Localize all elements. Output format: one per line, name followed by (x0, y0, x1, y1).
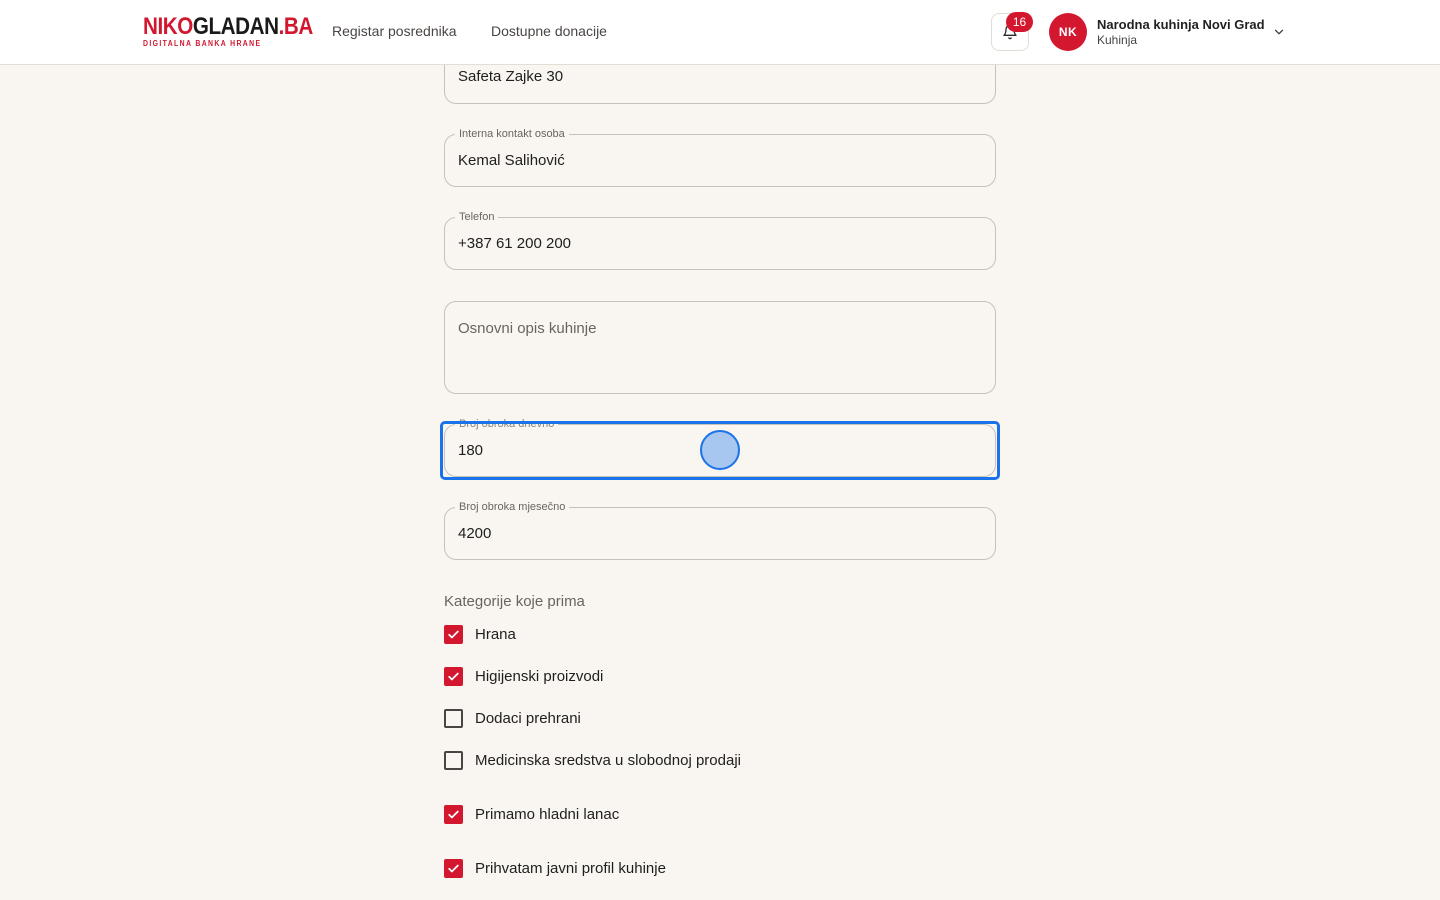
meals-monthly-value: 4200 (458, 525, 492, 542)
checkbox-checked[interactable] (444, 666, 463, 686)
meals-daily-value: 180 (458, 442, 484, 459)
category-higijenski-proizvodi[interactable]: Higijenski proizvodi (444, 666, 603, 686)
kitchen-description-textarea[interactable]: Osnovni opis kuhinje (444, 301, 996, 394)
meals-monthly-field[interactable]: Broj obroka mjesečno 4200 (444, 500, 996, 560)
checkmark-icon (448, 864, 459, 872)
category-label: Hrana (475, 625, 516, 643)
user-name[interactable]: Narodna kuhinja Novi Grad (1097, 17, 1265, 32)
checkmark-icon (448, 630, 459, 638)
public-profile-option[interactable]: Prihvatam javni profil kuhinje (444, 858, 666, 878)
click-indicator (700, 430, 740, 470)
contact-person-value: Kemal Salihović (458, 152, 565, 169)
phone-value: +387 61 200 200 (458, 235, 572, 252)
cold-chain-label: Primamo hladni lanac (475, 805, 620, 823)
nav-link-registar-posrednika[interactable]: Registar posrednika (332, 23, 457, 39)
contact-person-field[interactable]: Interna kontakt osoba Kemal Salihović (444, 127, 996, 187)
checkbox-unchecked[interactable] (444, 708, 463, 728)
category-label: Dodaci prehrani (475, 709, 581, 727)
public-profile-label: Prihvatam javni profil kuhinje (475, 859, 666, 877)
cold-chain-option[interactable]: Primamo hladni lanac (444, 804, 619, 824)
category-label: Higijenski proizvodi (475, 667, 604, 685)
nav-link-dostupne-donacije[interactable]: Dostupne donacije (491, 23, 607, 39)
notification-count-badge: 16 (1006, 12, 1033, 32)
phone-field[interactable]: Telefon +387 61 200 200 (444, 210, 996, 270)
checkmark-icon (448, 672, 459, 680)
user-avatar[interactable]: NK (1049, 13, 1087, 51)
checkmark-icon (448, 810, 459, 818)
address-value: Safeta Zajke 30 (458, 68, 564, 85)
logo-tagline: DIGITALNA BANKA HRANE (143, 39, 262, 48)
category-label: Medicinska sredstva u slobodnoj prodaji (475, 751, 741, 769)
checkbox-unchecked[interactable] (444, 750, 463, 770)
meals-daily-label: Broj obroka dnevno (455, 417, 559, 431)
logo[interactable]: NIKOGLADAN.BA DIGITALNA BANKA HRANE (143, 13, 313, 49)
phone-label: Telefon (455, 210, 499, 224)
meals-monthly-label: Broj obroka mjesečno (455, 500, 570, 514)
logo-wordmark: NIKOGLADAN.BA (143, 13, 313, 40)
chevron-down-icon[interactable] (1272, 25, 1286, 39)
category-hrana[interactable]: Hrana (444, 624, 516, 644)
top-navbar: NIKOGLADAN.BA DIGITALNA BANKA HRANE Regi… (0, 0, 1440, 65)
category-dodaci-prehrani[interactable]: Dodaci prehrani (444, 708, 581, 728)
user-role: Kuhinja (1097, 33, 1138, 47)
category-medicinska-sredstva[interactable]: Medicinska sredstva u slobodnoj prodaji (444, 750, 741, 770)
contact-person-label: Interna kontakt osoba (455, 127, 569, 141)
kitchen-description-placeholder: Osnovni opis kuhinje (458, 320, 597, 337)
checkbox-checked[interactable] (444, 624, 463, 644)
checkbox-checked[interactable] (444, 858, 463, 878)
checkbox-checked[interactable] (444, 804, 463, 824)
categories-title: Kategorije koje prima (444, 593, 585, 610)
